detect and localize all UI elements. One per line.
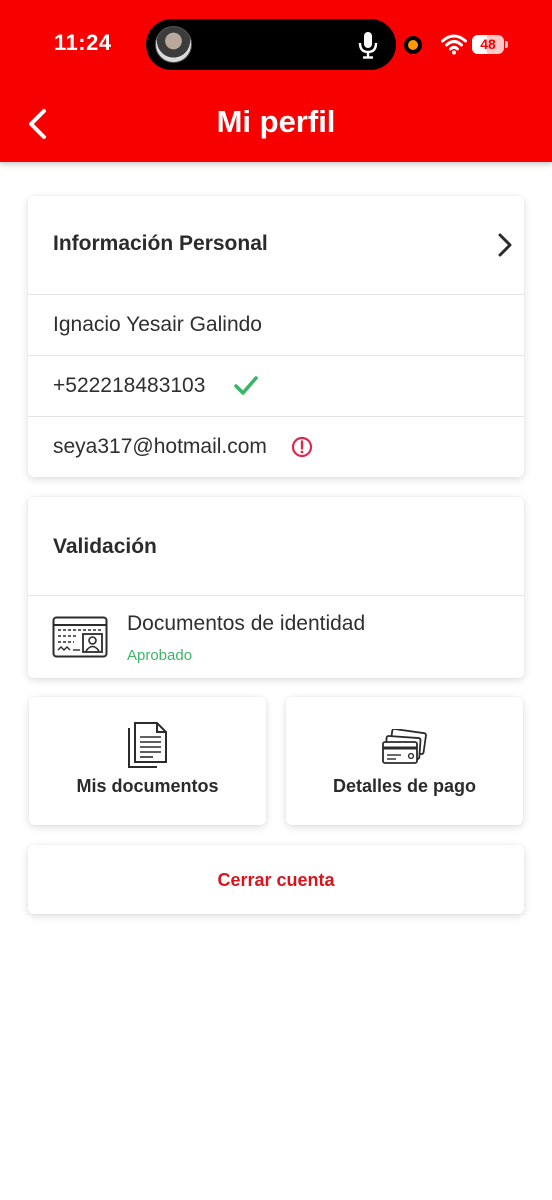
my-documents-label: Mis documentos xyxy=(76,776,219,796)
page-title: Mi perfil xyxy=(216,104,336,139)
battery-icon: 48 xyxy=(472,35,508,54)
name-row: Ignacio Yesair Galindo xyxy=(28,294,524,355)
battery-level: 48 xyxy=(480,36,496,52)
validation-header: Validación xyxy=(28,497,524,595)
app-header: 11:24 48 Mi perfil xyxy=(0,0,552,162)
id-card-icon xyxy=(52,616,108,658)
payment-details-button[interactable]: Detalles de pago xyxy=(286,697,523,825)
close-account-button[interactable]: Cerrar cuenta xyxy=(28,845,524,914)
documents-icon xyxy=(127,722,167,768)
personal-info-header[interactable]: Información Personal xyxy=(28,196,524,294)
section-title: Validación xyxy=(53,535,157,558)
avatar xyxy=(155,26,192,63)
recording-indicator xyxy=(404,36,422,54)
dynamic-island[interactable] xyxy=(146,19,396,70)
status-badge: Aprobado xyxy=(127,647,193,664)
status-time: 11:24 xyxy=(54,30,112,55)
alert-circle-icon[interactable] xyxy=(291,436,313,458)
check-icon xyxy=(234,376,258,395)
email-row: seya317@hotmail.com xyxy=(28,416,524,477)
chevron-right-icon xyxy=(498,233,512,257)
user-email: seya317@hotmail.com xyxy=(53,435,267,458)
my-documents-button[interactable]: Mis documentos xyxy=(29,697,266,825)
user-phone: +522218483103 xyxy=(53,374,206,397)
section-title: Información Personal xyxy=(53,232,268,255)
user-name: Ignacio Yesair Galindo xyxy=(53,313,262,336)
credit-cards-icon xyxy=(381,729,427,764)
microphone-icon xyxy=(358,32,378,59)
validation-card: Validación Documentos de identidad Aprob… xyxy=(28,497,524,678)
payment-details-label: Detalles de pago xyxy=(332,776,477,796)
identity-documents-row[interactable]: Documentos de identidad Aprobado xyxy=(28,595,524,678)
wifi-icon xyxy=(441,34,467,55)
personal-info-card: Información Personal Ignacio Yesair Gali… xyxy=(28,196,524,477)
identity-documents-label: Documentos de identidad xyxy=(127,612,366,635)
phone-row: +522218483103 xyxy=(28,355,524,416)
close-account-label: Cerrar cuenta xyxy=(217,870,335,890)
